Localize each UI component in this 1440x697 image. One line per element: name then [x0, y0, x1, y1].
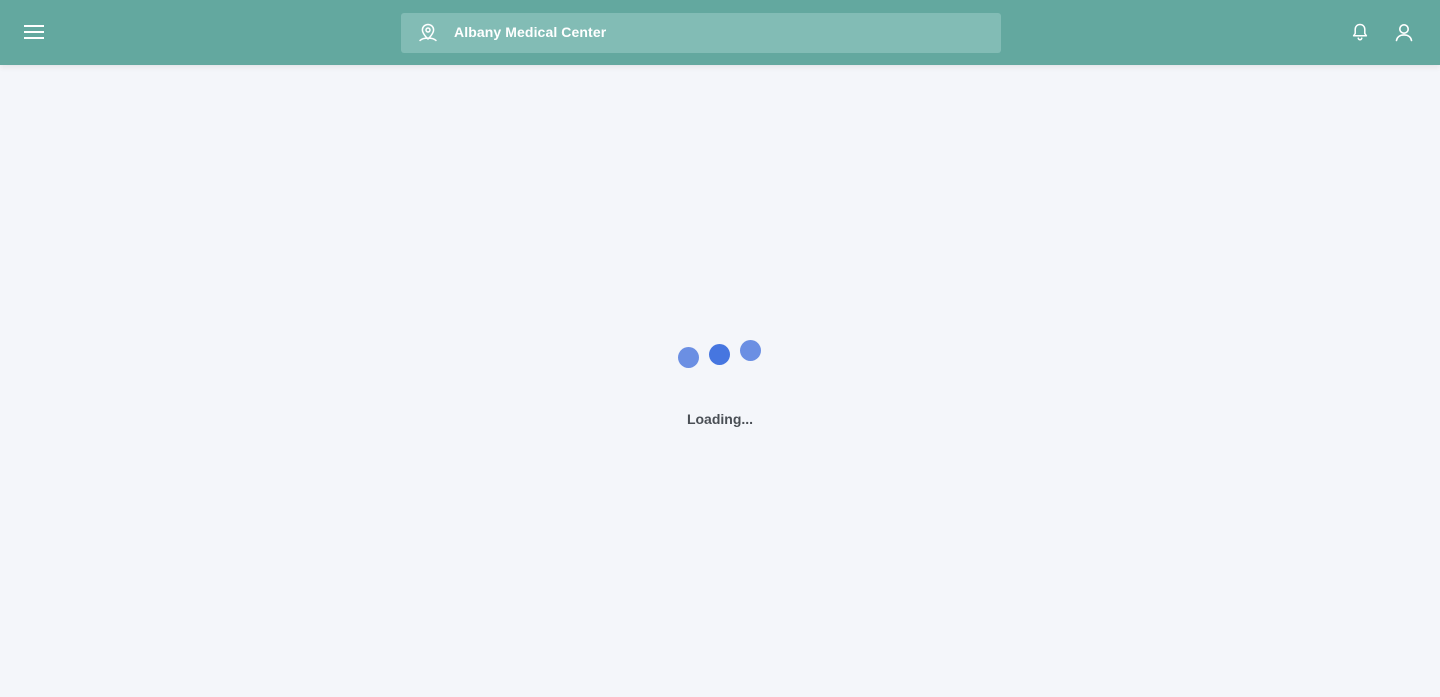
spinner-dot	[678, 347, 699, 368]
spinner-dot	[709, 344, 730, 365]
location-name: Albany Medical Center	[454, 24, 607, 40]
loading-spinner	[670, 335, 770, 375]
hamburger-menu-icon	[24, 25, 44, 39]
bell-icon	[1352, 23, 1368, 41]
spinner-dot	[740, 340, 761, 361]
user-icon	[1395, 24, 1413, 42]
notifications-button[interactable]	[1346, 18, 1374, 46]
menu-button[interactable]	[16, 14, 52, 50]
top-navigation-bar: Albany Medical Center	[0, 0, 1440, 65]
location-pin-icon	[419, 23, 437, 42]
location-selector[interactable]: Albany Medical Center	[401, 13, 1001, 53]
account-button[interactable]	[1390, 18, 1418, 46]
loading-text: Loading...	[686, 411, 754, 427]
